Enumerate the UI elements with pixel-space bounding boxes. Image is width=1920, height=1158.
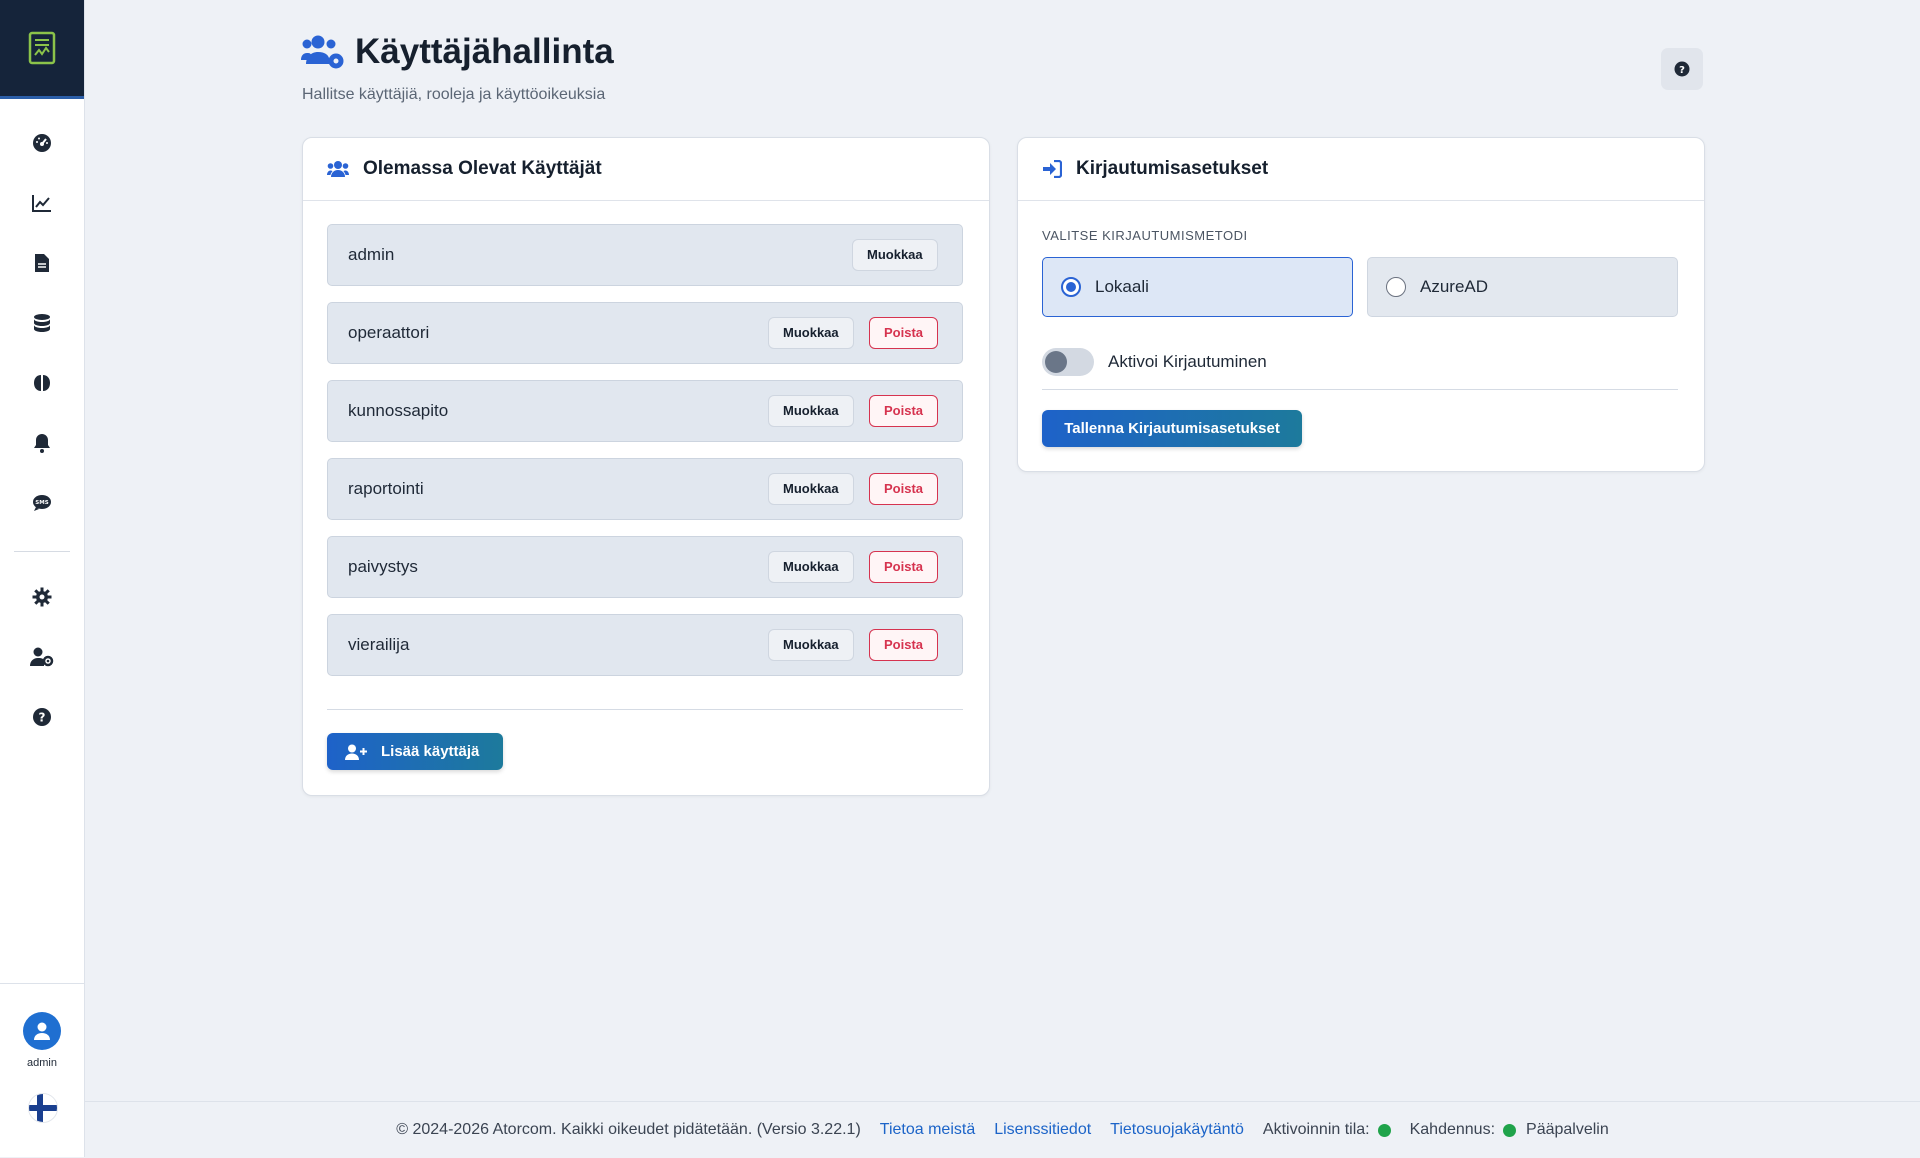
login-method-azuread-option[interactable]: AzureAD: [1367, 257, 1678, 317]
radio-button-checked[interactable]: [1061, 277, 1081, 297]
footer-copyright: © 2024-2026 Atorcom. Kaikki oikeudet pid…: [396, 1121, 861, 1138]
edit-user-button[interactable]: Muokkaa: [768, 551, 854, 583]
user-row: kunnossapito Muokkaa Poista: [327, 380, 963, 442]
sms-icon[interactable]: SMS: [24, 485, 60, 521]
users-card-header: Olemassa Olevat Käyttäjät: [303, 138, 989, 201]
activation-status-label: Aktivoinnin tila:: [1262, 1121, 1370, 1138]
user-name: operaattori: [348, 323, 430, 342]
login-method-label-local: Lokaali: [1095, 277, 1149, 296]
user-gear-icon[interactable]: [24, 639, 60, 675]
save-login-settings-button[interactable]: Tallenna Kirjautumisasetukset: [1042, 410, 1302, 447]
edit-user-button[interactable]: Muokkaa: [768, 473, 854, 505]
user-icon: [34, 1022, 50, 1040]
duplication-status-dot: [1503, 1123, 1517, 1137]
svg-text:SMS: SMS: [35, 500, 48, 506]
users-cog-icon: [301, 35, 344, 69]
user-row: vierailija Muokkaa Poista: [327, 614, 963, 676]
login-method-local-option[interactable]: Lokaali: [1042, 257, 1353, 317]
footer: © 2024-2026 Atorcom. Kaikki oikeudet pid…: [85, 1101, 1920, 1158]
help-icon: ?: [1674, 61, 1690, 77]
delete-user-button[interactable]: Poista: [869, 395, 939, 427]
sidebar: SMS ? admin: [0, 0, 85, 1157]
users-card: Olemassa Olevat Käyttäjät admin Muokkaa …: [302, 137, 990, 796]
activation-status-dot: [1377, 1123, 1391, 1137]
page-subtitle: Hallitse käyttäjiä, rooleja ja käyttöoik…: [302, 86, 606, 103]
edit-user-button[interactable]: Muokkaa: [768, 629, 854, 661]
finnish-flag-icon[interactable]: [28, 1093, 58, 1123]
enable-login-label: Aktivoi Kirjautuminen: [1108, 352, 1267, 371]
page-header: Käyttäjähallinta: [301, 32, 614, 72]
sidebar-divider: [14, 551, 70, 552]
gear-icon[interactable]: [24, 579, 60, 615]
help-icon[interactable]: ?: [24, 699, 60, 735]
duplication-status-label: Kahdennus:: [1409, 1121, 1496, 1138]
edit-user-button[interactable]: Muokkaa: [768, 317, 854, 349]
user-name: admin: [348, 245, 395, 264]
radio-button-unchecked[interactable]: [1386, 277, 1406, 297]
brain-icon[interactable]: [24, 365, 60, 401]
svg-text:?: ?: [1679, 65, 1685, 76]
user-row: raportointi Muokkaa Poista: [327, 458, 963, 520]
footer-about-link[interactable]: Tietoa meistä: [880, 1121, 975, 1139]
bell-icon[interactable]: [24, 425, 60, 461]
login-divider: [1042, 389, 1678, 390]
login-method-label: VALITSE KIRJAUTUMISMETODI: [1042, 228, 1248, 243]
page-title: Käyttäjähallinta: [355, 32, 614, 71]
user-row: admin Muokkaa: [327, 224, 963, 286]
sidebar-bottom-divider: [0, 983, 84, 984]
user-name: raportointi: [348, 479, 424, 498]
report-logo-icon: [28, 31, 56, 65]
toggle-knob: [1045, 351, 1067, 373]
login-method-label-azuread: AzureAD: [1420, 277, 1489, 296]
add-user-button[interactable]: Lisää käyttäjä: [327, 733, 503, 770]
help-button[interactable]: ?: [1661, 48, 1703, 90]
users-card-title: Olemassa Olevat Käyttäjät: [363, 158, 602, 179]
user-plus-icon: [345, 744, 367, 760]
app-logo[interactable]: [0, 0, 84, 99]
database-icon[interactable]: [24, 305, 60, 341]
dashboard-icon[interactable]: [24, 125, 60, 161]
server-role-label: Pääpalvelin: [1526, 1121, 1609, 1138]
user-name: kunnossapito: [348, 401, 449, 420]
document-icon[interactable]: [24, 245, 60, 281]
edit-user-button[interactable]: Muokkaa: [768, 395, 854, 427]
user-row: operaattori Muokkaa Poista: [327, 302, 963, 364]
login-card-header: Kirjautumisasetukset: [1018, 138, 1704, 201]
enable-login-toggle[interactable]: [1042, 348, 1094, 376]
delete-user-button[interactable]: Poista: [869, 551, 939, 583]
user-name: vierailija: [348, 635, 410, 654]
delete-user-button[interactable]: Poista: [869, 473, 939, 505]
login-settings-card: Kirjautumisasetukset VALITSE KIRJAUTUMIS…: [1017, 137, 1705, 472]
delete-user-button[interactable]: Poista: [869, 317, 939, 349]
chart-line-icon[interactable]: [24, 185, 60, 221]
users-icon: [327, 161, 349, 177]
user-row: paivystys Muokkaa Poista: [327, 536, 963, 598]
sign-in-icon: [1043, 160, 1062, 178]
avatar-username: admin: [27, 1057, 57, 1069]
delete-user-button[interactable]: Poista: [869, 629, 939, 661]
footer-license-link[interactable]: Lisenssitiedot: [994, 1121, 1091, 1139]
login-card-title: Kirjautumisasetukset: [1076, 158, 1269, 179]
users-list-divider: [327, 709, 963, 710]
add-user-label: Lisää käyttäjä: [381, 743, 480, 760]
edit-user-button[interactable]: Muokkaa: [852, 239, 938, 271]
svg-text:?: ?: [39, 711, 46, 725]
user-name: paivystys: [348, 557, 418, 576]
avatar[interactable]: [23, 1012, 61, 1050]
footer-privacy-link[interactable]: Tietosuojakäytäntö: [1110, 1121, 1244, 1139]
